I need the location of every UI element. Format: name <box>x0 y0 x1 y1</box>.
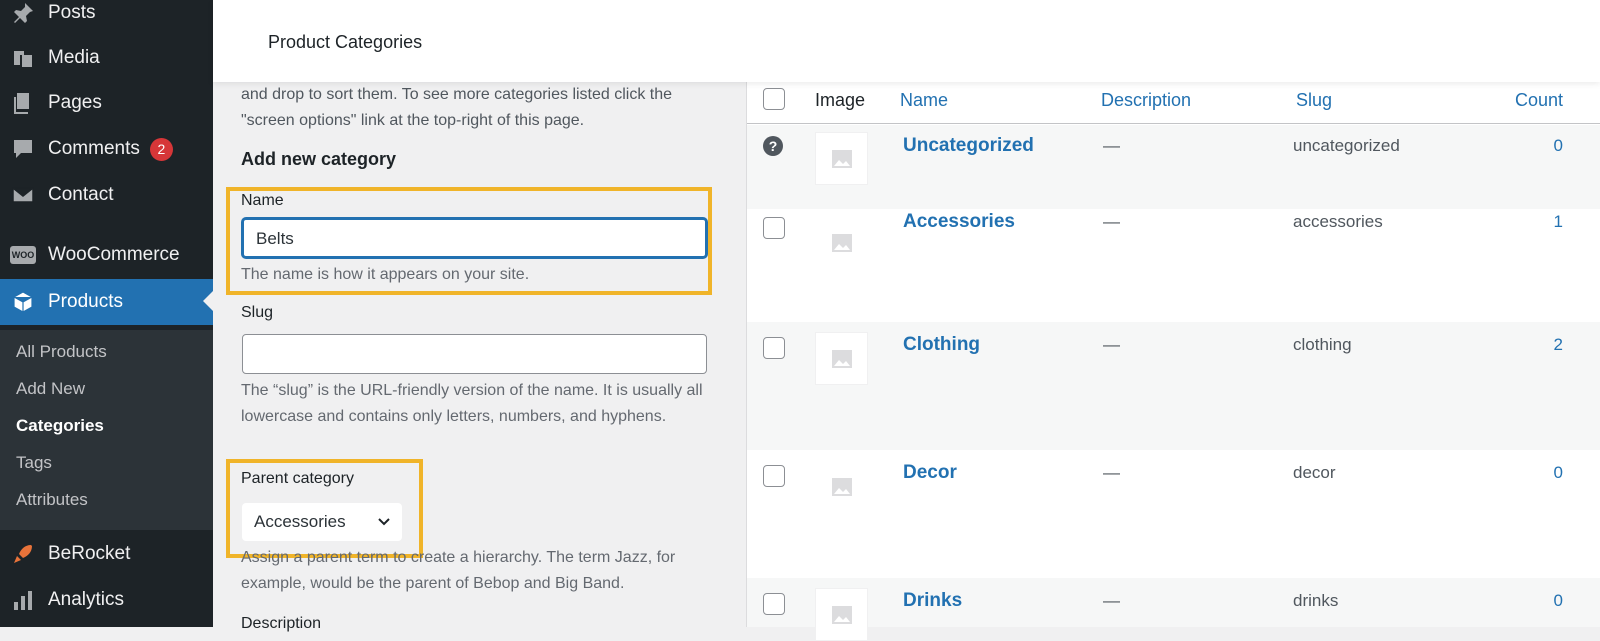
category-count-link[interactable]: 2 <box>1554 335 1563 355</box>
category-slug: decor <box>1293 463 1336 482</box>
category-description: — <box>1103 212 1120 231</box>
menu-label: Products <box>48 291 123 312</box>
menu-label: Posts <box>48 2 96 23</box>
category-description: — <box>1103 335 1120 354</box>
question-icon: ? <box>763 136 783 156</box>
submenu-all-products[interactable]: All Products <box>16 342 107 362</box>
category-description: — <box>1103 463 1120 482</box>
slug-label: Slug <box>241 304 274 321</box>
name-help: The name is how it appears on your site. <box>241 266 530 283</box>
menu-item-pages[interactable]: Pages <box>0 81 213 125</box>
category-count-link[interactable]: 0 <box>1554 136 1563 156</box>
category-slug: uncategorized <box>1293 136 1400 155</box>
description-label: Description <box>241 615 322 632</box>
table-row: ? Uncategorized — uncategorized 0 <box>747 125 1600 209</box>
placeholder-image-icon <box>815 460 868 513</box>
parent-category-value: Accessories <box>254 512 346 531</box>
table-row: Decor — decor 0 <box>747 450 1600 578</box>
category-name-link[interactable]: Drinks <box>903 590 962 612</box>
col-count-sort[interactable]: Count <box>1515 90 1563 111</box>
mail-icon <box>10 182 36 208</box>
pin-icon <box>10 0 36 26</box>
name-input[interactable]: Belts <box>242 218 707 258</box>
row-checkbox[interactable] <box>763 465 785 487</box>
placeholder-image-icon <box>815 216 868 269</box>
category-description: — <box>1103 136 1120 155</box>
menu-item-contact[interactable]: Contact <box>0 173 213 217</box>
category-count-link[interactable]: 0 <box>1554 591 1563 611</box>
row-checkbox[interactable] <box>763 217 785 239</box>
menu-item-products[interactable]: Products <box>0 279 213 325</box>
name-label: Name <box>241 192 284 209</box>
category-slug: clothing <box>1293 335 1352 354</box>
table-header: Image Name Description Slug Count <box>747 82 1600 124</box>
woo-logo: WOO <box>10 246 36 264</box>
category-slug: drinks <box>1293 591 1339 610</box>
submenu-tags[interactable]: Tags <box>16 453 52 473</box>
rocket-icon <box>10 541 36 567</box>
menu-item-posts[interactable]: Posts <box>0 0 213 35</box>
category-count-link[interactable]: 0 <box>1554 463 1563 483</box>
category-name-link[interactable]: Uncategorized <box>903 135 1034 157</box>
menu-item-media[interactable]: Media <box>0 36 213 80</box>
parent-help: Assign a parent term to create a hierarc… <box>241 549 676 592</box>
placeholder-image-icon <box>815 132 868 185</box>
chevron-down-icon <box>378 518 390 526</box>
menu-label: Comments <box>48 138 140 159</box>
category-slug: accessories <box>1293 212 1383 231</box>
submenu-add-new[interactable]: Add New <box>16 379 85 399</box>
row-checkbox[interactable] <box>763 337 785 359</box>
col-description-sort[interactable]: Description <box>1101 90 1191 111</box>
submenu-attributes[interactable]: Attributes <box>16 490 88 510</box>
category-name-link[interactable]: Accessories <box>903 211 1015 233</box>
slug-help: The “slug” is the URL-friendly version o… <box>241 382 703 425</box>
menu-item-woocommerce[interactable]: WOO WooCommerce <box>0 233 213 277</box>
comments-count-badge: 2 <box>149 137 173 161</box>
form-section-title: Add new category <box>241 149 397 169</box>
table-row: Clothing — clothing 2 <box>747 322 1600 450</box>
table-row: Drinks — drinks 0 <box>747 578 1600 641</box>
menu-item-analytics[interactable]: Analytics <box>0 578 213 622</box>
page-header: Product Categories <box>213 0 1600 82</box>
category-count-link[interactable]: 1 <box>1554 212 1563 232</box>
woo-icon: WOO <box>10 242 36 268</box>
category-name-link[interactable]: Decor <box>903 462 957 484</box>
slug-input[interactable] <box>242 334 707 374</box>
parent-category-label: Parent category <box>241 470 354 487</box>
table-row: Accessories — accessories 1 <box>747 209 1600 337</box>
menu-label: WooCommerce <box>48 244 180 265</box>
menu-item-berocket[interactable]: BeRocket <box>0 532 213 576</box>
menu-label: Analytics <box>48 589 125 610</box>
add-category-form: and drop to sort them. To see more categ… <box>213 82 746 632</box>
category-name-link[interactable]: Clothing <box>903 334 980 356</box>
menu-label: BeRocket <box>48 543 131 564</box>
submenu-categories[interactable]: Categories <box>16 416 104 436</box>
box-icon <box>10 289 36 315</box>
media-icon <box>10 45 36 71</box>
category-description: — <box>1103 591 1120 610</box>
bar-chart-icon <box>10 587 36 613</box>
menu-item-comments[interactable]: Comments 2 <box>0 127 213 171</box>
menu-label: Media <box>48 47 100 68</box>
col-slug-sort[interactable]: Slug <box>1296 90 1332 111</box>
products-submenu: All Products Add New Categories Tags Att… <box>0 330 213 530</box>
placeholder-image-icon <box>815 332 868 385</box>
parent-category-select[interactable]: Accessories <box>242 503 402 541</box>
comments-icon <box>10 136 36 162</box>
col-name-sort[interactable]: Name <box>900 90 948 111</box>
menu-label: Pages <box>48 92 102 113</box>
page-title: Product Categories <box>268 32 423 52</box>
intro-text: and drop to sort them. To see more categ… <box>241 86 673 129</box>
categories-table: Image Name Description Slug Count ? Unca… <box>746 82 1600 641</box>
admin-sidebar: Posts Media Pages Comments 2 Contact WOO… <box>0 0 213 627</box>
col-image: Image <box>815 90 866 110</box>
menu-label: Contact <box>48 184 114 205</box>
pages-icon <box>10 90 36 116</box>
placeholder-image-icon <box>815 588 868 641</box>
select-all-checkbox[interactable] <box>763 88 785 110</box>
row-checkbox[interactable] <box>763 593 785 615</box>
